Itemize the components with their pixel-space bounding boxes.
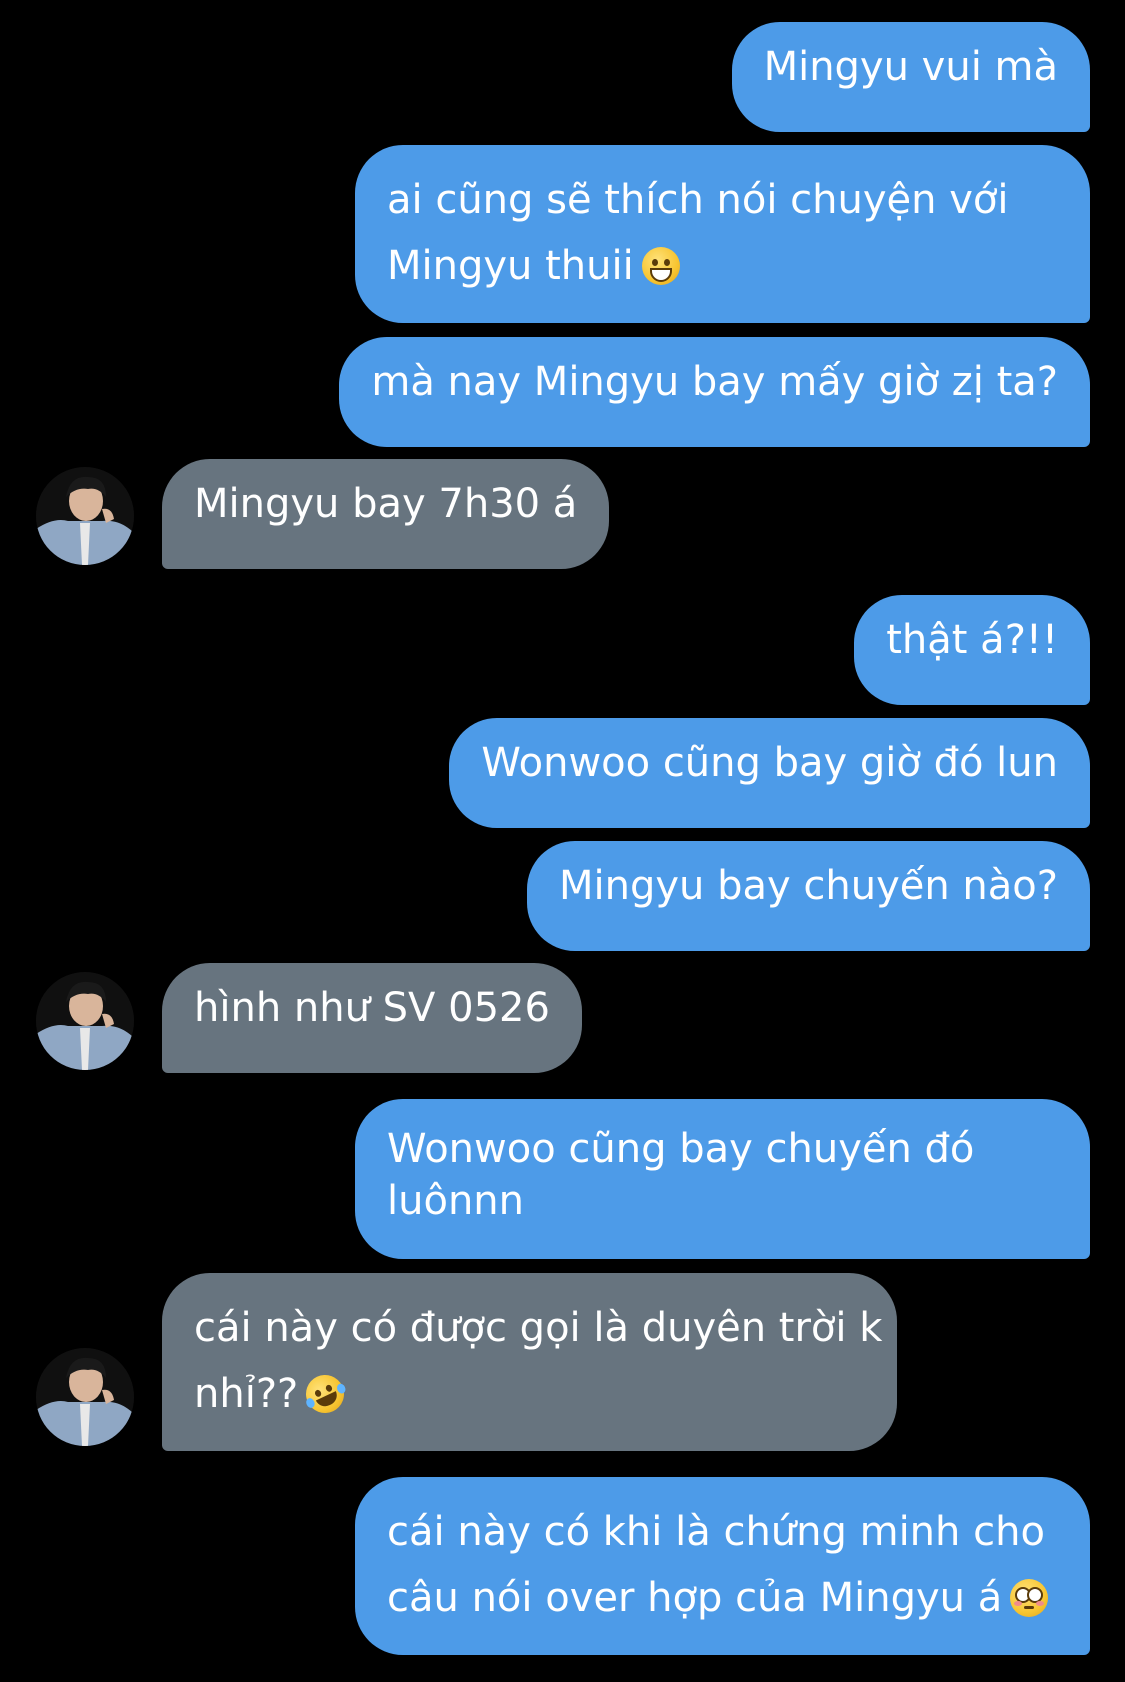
message-bubble-incoming[interactable]: Mingyu bay 7h30 á: [162, 459, 610, 569]
message-bubble-incoming[interactable]: cái này có được gọi là duyên trời k nhỉ?…: [162, 1273, 897, 1451]
message-text-line: luônnn: [387, 1178, 524, 1224]
message-bubble-incoming[interactable]: hình như SV 0526: [162, 963, 582, 1073]
message-text-line: câu nói over hợp của Mingyu á: [387, 1575, 1003, 1621]
message-text: Mingyu vui mà: [763, 44, 1058, 90]
message-text: thật á?!!: [886, 617, 1058, 663]
message-bubble-outgoing[interactable]: thật á?!!: [854, 595, 1090, 705]
message-text-line: Mingyu thuii: [387, 243, 634, 289]
message-bubble-outgoing[interactable]: ai cũng sẽ thích nói chuyện với Mingyu t…: [355, 145, 1090, 323]
rolling-laughing-emoji: [300, 1368, 351, 1420]
message-text-line: cái này có được gọi là duyên trời k: [194, 1305, 883, 1351]
message-text: Mingyu bay chuyến nào?: [558, 863, 1058, 909]
message-text-line: cái này có khi là chứng minh cho: [387, 1509, 1045, 1555]
message-bubble-outgoing[interactable]: Mingyu bay chuyến nào?: [526, 841, 1090, 951]
contact-avatar[interactable]: [36, 467, 134, 565]
message-text: mà nay Mingyu bay mấy giờ zị ta?: [371, 359, 1058, 405]
message-bubble-outgoing[interactable]: Wonwoo cũng bay giờ đó lun: [449, 718, 1090, 828]
message-text: Wonwoo cũng bay giờ đó lun: [481, 740, 1058, 786]
message-bubble-outgoing[interactable]: mà nay Mingyu bay mấy giờ zị ta?: [339, 337, 1090, 447]
message-text-line: Wonwoo cũng bay chuyến đó: [387, 1126, 975, 1172]
message-bubble-outgoing[interactable]: cái này có khi là chứng minh cho câu nói…: [355, 1477, 1090, 1655]
message-bubble-outgoing[interactable]: Mingyu vui mà: [731, 22, 1090, 132]
message-text: hình như SV 0526: [194, 985, 550, 1031]
contact-avatar[interactable]: [36, 1348, 134, 1446]
message-bubble-outgoing[interactable]: Wonwoo cũng bay chuyến đó luônnn: [355, 1099, 1090, 1259]
message-text-line: nhỉ??: [194, 1371, 299, 1417]
flushed-face-emoji: [1010, 1579, 1049, 1617]
grinning-face-emoji: [641, 247, 680, 285]
message-text-line: ai cũng sẽ thích nói chuyện với: [387, 177, 1009, 223]
message-text: Mingyu bay 7h30 á: [194, 481, 578, 527]
contact-avatar[interactable]: [36, 972, 134, 1070]
